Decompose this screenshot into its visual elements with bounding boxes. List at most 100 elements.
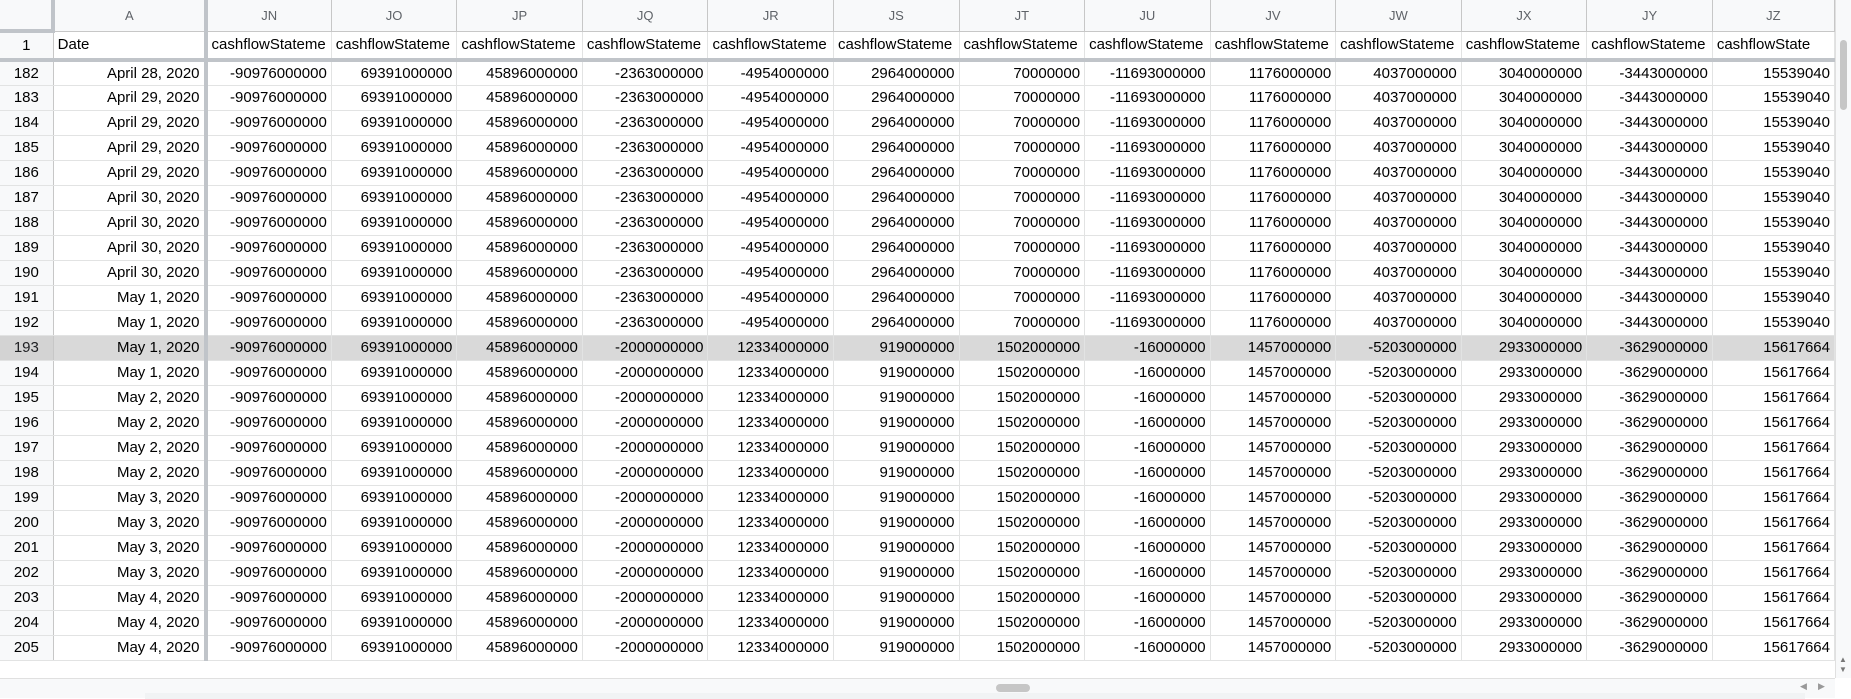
value-cell[interactable]: -90976000000 — [205, 560, 332, 586]
value-cell[interactable]: 1502000000 — [959, 360, 1086, 386]
value-cell[interactable]: -4954000000 — [707, 310, 834, 336]
row-header[interactable]: 1 — [0, 31, 54, 62]
value-cell[interactable]: 15539040 — [1712, 185, 1835, 211]
value-cell[interactable]: -3443000000 — [1586, 310, 1713, 336]
value-cell[interactable]: -3629000000 — [1586, 410, 1713, 436]
value-cell[interactable]: 3040000000 — [1461, 235, 1588, 261]
value-cell[interactable]: 70000000 — [959, 185, 1086, 211]
header-cell[interactable]: cashflowStateme — [1084, 31, 1211, 62]
value-cell[interactable]: 4037000000 — [1335, 60, 1462, 86]
value-cell[interactable]: 69391000000 — [331, 385, 458, 411]
value-cell[interactable]: 1502000000 — [959, 535, 1086, 561]
value-cell[interactable]: -3629000000 — [1586, 360, 1713, 386]
value-cell[interactable]: 45896000000 — [456, 560, 583, 586]
value-cell[interactable]: 15539040 — [1712, 60, 1835, 86]
value-cell[interactable]: -2363000000 — [582, 310, 709, 336]
value-cell[interactable]: 15617664 — [1712, 335, 1835, 361]
value-cell[interactable]: 45896000000 — [456, 210, 583, 236]
row-header[interactable]: 204 — [0, 610, 54, 636]
value-cell[interactable]: 15617664 — [1712, 510, 1835, 536]
value-cell[interactable]: -2000000000 — [582, 485, 709, 511]
value-cell[interactable]: 919000000 — [833, 410, 960, 436]
value-cell[interactable]: 45896000000 — [456, 110, 583, 136]
row-header[interactable]: 197 — [0, 435, 54, 461]
value-cell[interactable]: -4954000000 — [707, 235, 834, 261]
date-cell[interactable]: May 3, 2020 — [53, 485, 208, 511]
value-cell[interactable]: 70000000 — [959, 235, 1086, 261]
value-cell[interactable]: -16000000 — [1084, 560, 1211, 586]
value-cell[interactable]: 2964000000 — [833, 310, 960, 336]
value-cell[interactable]: 919000000 — [833, 610, 960, 636]
value-cell[interactable]: 4037000000 — [1335, 160, 1462, 186]
horizontal-scroll-thumb[interactable] — [996, 684, 1030, 692]
value-cell[interactable]: 2933000000 — [1461, 385, 1588, 411]
value-cell[interactable]: -2000000000 — [582, 410, 709, 436]
value-cell[interactable]: 2933000000 — [1461, 510, 1588, 536]
value-cell[interactable]: 45896000000 — [456, 360, 583, 386]
row-header[interactable]: 202 — [0, 560, 54, 586]
value-cell[interactable]: -5203000000 — [1335, 610, 1462, 636]
value-cell[interactable]: -3629000000 — [1586, 635, 1713, 661]
value-cell[interactable]: 3040000000 — [1461, 285, 1588, 311]
value-cell[interactable]: -16000000 — [1084, 385, 1211, 411]
value-cell[interactable]: -3629000000 — [1586, 535, 1713, 561]
value-cell[interactable]: 69391000000 — [331, 135, 458, 161]
value-cell[interactable]: 2933000000 — [1461, 410, 1588, 436]
value-cell[interactable]: -11693000000 — [1084, 310, 1211, 336]
table-row[interactable]: 193 May 1, 2020 -90976000000 69391000000 458… — [0, 335, 1835, 361]
column-header[interactable]: JV — [1210, 0, 1337, 32]
value-cell[interactable]: 45896000000 — [456, 285, 583, 311]
value-cell[interactable]: 1457000000 — [1210, 610, 1337, 636]
row-header[interactable]: 190 — [0, 260, 54, 286]
date-cell[interactable]: April 30, 2020 — [53, 260, 208, 286]
scroll-up-arrow-icon[interactable]: ▲ — [1839, 655, 1847, 664]
value-cell[interactable]: 15617664 — [1712, 460, 1835, 486]
value-cell[interactable]: 45896000000 — [456, 335, 583, 361]
value-cell[interactable]: 1457000000 — [1210, 585, 1337, 611]
value-cell[interactable]: 2933000000 — [1461, 460, 1588, 486]
value-cell[interactable]: -2363000000 — [582, 135, 709, 161]
value-cell[interactable]: -16000000 — [1084, 585, 1211, 611]
value-cell[interactable]: -90976000000 — [205, 210, 332, 236]
value-cell[interactable]: -3443000000 — [1586, 160, 1713, 186]
value-cell[interactable]: -11693000000 — [1084, 160, 1211, 186]
value-cell[interactable]: 45896000000 — [456, 410, 583, 436]
value-cell[interactable]: 12334000000 — [707, 610, 834, 636]
value-cell[interactable]: -90976000000 — [205, 610, 332, 636]
value-cell[interactable]: 1457000000 — [1210, 635, 1337, 661]
header-cell[interactable]: cashflowStateme — [205, 31, 332, 62]
value-cell[interactable]: 12334000000 — [707, 635, 834, 661]
value-cell[interactable]: 2933000000 — [1461, 335, 1588, 361]
value-cell[interactable]: -5203000000 — [1335, 385, 1462, 411]
value-cell[interactable]: 2964000000 — [833, 85, 960, 111]
row-header[interactable]: 184 — [0, 110, 54, 136]
value-cell[interactable]: 70000000 — [959, 260, 1086, 286]
value-cell[interactable]: -11693000000 — [1084, 210, 1211, 236]
value-cell[interactable]: 15539040 — [1712, 110, 1835, 136]
value-cell[interactable]: 15617664 — [1712, 585, 1835, 611]
value-cell[interactable]: -3629000000 — [1586, 460, 1713, 486]
date-cell[interactable]: May 2, 2020 — [53, 435, 208, 461]
value-cell[interactable]: -3629000000 — [1586, 435, 1713, 461]
value-cell[interactable]: -5203000000 — [1335, 535, 1462, 561]
value-cell[interactable]: 12334000000 — [707, 385, 834, 411]
row-header[interactable]: 193 — [0, 335, 54, 361]
value-cell[interactable]: -3443000000 — [1586, 285, 1713, 311]
date-cell[interactable]: April 29, 2020 — [53, 160, 208, 186]
value-cell[interactable]: 2933000000 — [1461, 485, 1588, 511]
value-cell[interactable]: 2964000000 — [833, 110, 960, 136]
table-row[interactable]: 205 May 4, 2020 -90976000000 69391000000 458… — [0, 635, 1835, 661]
value-cell[interactable]: 15539040 — [1712, 235, 1835, 261]
value-cell[interactable]: 1502000000 — [959, 510, 1086, 536]
value-cell[interactable]: 3040000000 — [1461, 310, 1588, 336]
value-cell[interactable]: -90976000000 — [205, 385, 332, 411]
value-cell[interactable]: -4954000000 — [707, 185, 834, 211]
table-row[interactable]: 182 April 28, 2020 -90976000000 69391000000… — [0, 60, 1835, 86]
select-all-corner[interactable] — [0, 0, 56, 33]
vertical-scroll-thumb[interactable] — [1840, 40, 1847, 110]
header-cell[interactable]: cashflowStateme — [1461, 31, 1588, 62]
value-cell[interactable]: -90976000000 — [205, 335, 332, 361]
table-row[interactable]: 192 May 1, 2020 -90976000000 69391000000 458… — [0, 310, 1835, 336]
row-header[interactable]: 200 — [0, 510, 54, 536]
table-row[interactable]: 195 May 2, 2020 -90976000000 69391000000 458… — [0, 385, 1835, 411]
